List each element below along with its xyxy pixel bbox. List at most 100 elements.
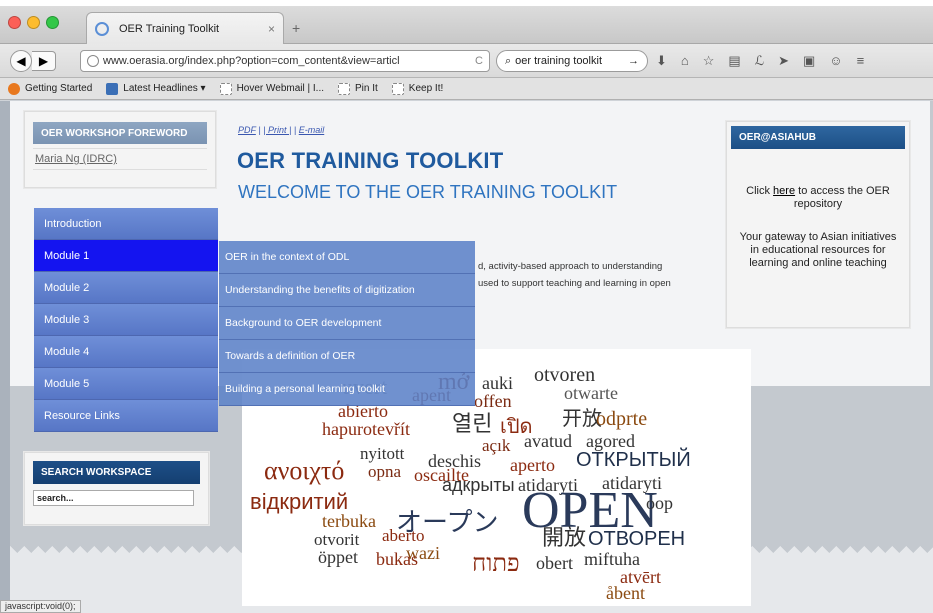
svg-text:hapurotevřít: hapurotevřít [322,419,410,439]
svg-text:offen: offen [474,391,512,411]
menu-item-resource-links[interactable]: Resource Links [34,400,218,432]
svg-text:nyitott: nyitott [360,444,405,463]
bookmark-pin-it[interactable]: Pin It [338,82,378,95]
svg-text:açık: açık [482,436,511,455]
search-go-icon[interactable]: → [628,55,639,67]
maximize-window-button[interactable] [46,16,59,29]
submenu-item-definition[interactable]: Towards a definition of OER [219,340,475,373]
globe-icon [95,21,109,36]
menu-item-module-4[interactable]: Module 4 [34,336,218,368]
submenu-item-digitization[interactable]: Understanding the benefits of digitizati… [219,274,475,307]
screenshot-icon[interactable]: ▣ [803,53,815,69]
minimize-window-button[interactable] [27,16,40,29]
search-text: oer training toolkit [515,55,602,67]
browser-tab[interactable]: OER Training Toolkit × [86,12,284,44]
new-tab-button[interactable]: + [292,20,300,36]
svg-text:ανοιχτό: ανοιχτό [264,456,344,485]
svg-text:terbuka: terbuka [322,511,376,531]
asiahub-box: OER@ASIAHUB Click here to access the OER… [726,121,910,328]
article-links: PDF | | Print | | E-mail [238,125,325,135]
search-input[interactable] [33,490,194,506]
module-1-submenu: OER in the context of ODL Understanding … [219,241,475,406]
window-controls [8,16,59,29]
page-subtitle: WELCOME TO THE OER TRAINING TOOLKIT [238,182,618,202]
svg-text:פתוח: פתוח [472,551,520,577]
asiahub-heading: OER@ASIAHUB [731,126,905,149]
rss-icon [106,82,119,95]
menu-item-module-5[interactable]: Module 5 [34,368,218,400]
download-icon[interactable]: ⬇ [656,53,667,69]
email-link[interactable]: E-mail [299,125,325,135]
svg-text:열린: 열린 [452,411,492,436]
submenu-item-background[interactable]: Background to OER development [219,307,475,340]
svg-text:odprte: odprte [596,408,647,430]
svg-text:開放: 開放 [542,525,586,550]
svg-text:öppet: öppet [318,547,358,567]
submenu-item-oer-odl[interactable]: OER in the context of ODL [219,241,475,274]
reader-icon[interactable]: ▤ [728,53,740,69]
forward-button[interactable]: ▶ [32,51,56,71]
menu-item-module-2[interactable]: Module 2 [34,272,218,304]
bookmarks-bar: Getting Started Latest Headlines ▾ Hover… [0,78,933,100]
magnifier-icon: ⌕ [505,54,512,67]
svg-text:bukas: bukas [376,549,418,569]
svg-text:auki: auki [482,373,513,393]
foreword-heading: OER WORKSHOP FOREWORD [33,122,207,144]
search-workspace-box: SEARCH WORKSPACE [24,452,209,525]
svg-text:opna: opna [368,462,402,481]
close-tab-icon[interactable]: × [268,22,275,36]
svg-text:oop: oop [646,493,673,513]
menu-icon[interactable]: ≡ [857,53,865,69]
module-menu: Introduction Module 1 Module 2 Module 3 … [34,208,218,432]
extension-l-icon[interactable]: ℒ [755,53,764,69]
tab-strip: OER Training Toolkit × + [0,6,933,44]
send-icon[interactable]: ➤ [778,53,789,69]
pdf-link[interactable]: PDF [238,125,256,135]
menu-item-module-3[interactable]: Module 3 [34,304,218,336]
navigation-bar: ◀ ▶ www.oerasia.org/index.php?option=com… [0,44,933,78]
search-workspace-heading: SEARCH WORKSPACE [33,461,200,484]
tab-title: OER Training Toolkit [119,22,220,35]
bookmark-getting-started[interactable]: Getting Started [8,82,92,95]
page-icon [391,82,404,95]
url-text: www.oerasia.org/index.php?option=com_con… [103,55,400,67]
svg-text:obert: obert [536,553,573,573]
page-title: OER TRAINING TOOLKIT [237,148,504,173]
svg-text:åbent: åbent [606,583,645,603]
foreword-author-link[interactable]: Maria Ng (IDRC) [33,148,207,170]
print-link[interactable]: | Print | [263,125,291,135]
menu-item-module-1[interactable]: Module 1 [34,240,218,272]
close-window-button[interactable] [8,16,21,29]
url-bar[interactable]: www.oerasia.org/index.php?option=com_con… [80,50,490,72]
svg-text:адкрыты: адкрыты [442,475,515,495]
svg-text:otwarte: otwarte [564,383,618,403]
hub-here-link[interactable]: here [773,185,795,197]
greasemonkey-icon[interactable]: ☺ [829,53,842,69]
toolbar-icons: ⬇ ⌂ ☆ ▤ ℒ ➤ ▣ ☺ ≡ [656,53,864,69]
bookmark-latest-headlines[interactable]: Latest Headlines ▾ [106,82,206,95]
svg-text:miftuha: miftuha [584,549,640,569]
bookmark-hover-webmail[interactable]: Hover Webmail | I... [219,82,324,95]
site-identity-icon[interactable] [87,55,99,67]
svg-text:ОТВОРЕН: ОТВОРЕН [588,528,685,550]
svg-text:ОТКРЫТЫЙ: ОТКРЫТЫЙ [576,447,691,471]
submenu-item-learning-toolkit[interactable]: Building a personal learning toolkit [219,373,475,406]
firefox-icon [8,82,20,95]
bookmark-star-icon[interactable]: ☆ [703,53,715,69]
browser-search-input[interactable]: ⌕ oer training toolkit → [496,50,648,72]
foreword-box: OER WORKSHOP FOREWORD Maria Ng (IDRC) [24,111,216,188]
reload-icon[interactable]: C [475,55,483,67]
svg-text:avatud: avatud [524,431,572,451]
status-bar: javascript:void(0); [0,600,81,613]
page-icon [219,82,232,95]
web-page: OER WORKSHOP FOREWORD Maria Ng (IDRC) In… [0,101,933,613]
svg-text:agored: agored [586,431,635,451]
home-icon[interactable]: ⌂ [681,53,689,69]
bookmark-keep-it[interactable]: Keep It! [391,82,443,95]
back-button[interactable]: ◀ [10,50,32,72]
page-icon [338,82,350,95]
menu-item-introduction[interactable]: Introduction [34,208,218,240]
hub-text: Click here to access the OER repository [746,185,890,210]
hub-gateway-text: Your gateway to Asian initiatives in edu… [739,231,897,269]
svg-text:aperto: aperto [510,455,555,475]
